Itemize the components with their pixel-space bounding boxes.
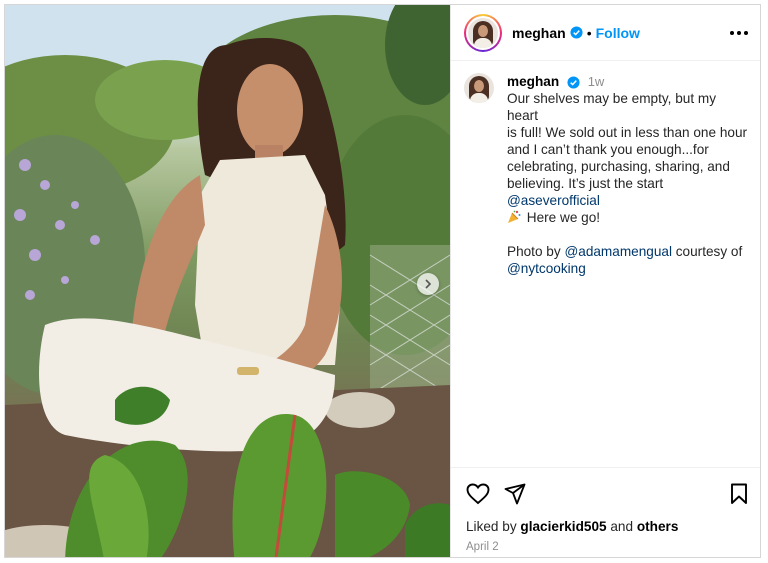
verified-badge-icon: [567, 76, 580, 89]
profile-avatar-story-ring[interactable]: [464, 13, 502, 52]
caption-comment: meghan 1w Our shelves may be empty, but …: [451, 61, 760, 277]
paper-plane-icon[interactable]: [504, 483, 526, 505]
avatar: [468, 17, 498, 48]
verified-badge-icon: [570, 26, 583, 39]
liked-by-prefix: Liked by: [466, 519, 517, 534]
caption-username[interactable]: meghan: [507, 74, 559, 89]
avatar[interactable]: [464, 73, 494, 103]
mention-link[interactable]: @aseverofficial: [507, 193, 600, 208]
party-popper-icon: [508, 210, 521, 223]
liked-by-text: Liked by glacierkid505 and others: [466, 519, 748, 534]
caption-line: celebrating, purchasing, sharing, and: [507, 159, 730, 174]
heart-icon[interactable]: [466, 483, 490, 505]
bookmark-icon[interactable]: [730, 483, 748, 505]
caption-line: Photo by: [507, 244, 561, 259]
caption-line: and I can’t thank you enough...for: [507, 142, 709, 157]
follow-button[interactable]: Follow: [596, 25, 640, 41]
liked-by-user[interactable]: glacierkid505: [520, 519, 606, 534]
caption-line: Here we go!: [526, 210, 601, 225]
header-username[interactable]: meghan: [512, 25, 566, 41]
post-time[interactable]: 1w: [588, 74, 605, 89]
post-date[interactable]: April 2: [466, 541, 748, 553]
instagram-post-modal: meghan • Follow meghan 1w Our shelves ma…: [4, 4, 761, 558]
caption-line: is full! We sold out in less than one ho…: [507, 125, 748, 140]
garden-portrait-image: [5, 5, 450, 557]
mention-link[interactable]: @adamamengual: [564, 244, 672, 259]
post-header: meghan • Follow: [451, 5, 760, 61]
carousel-next-button[interactable]: [417, 273, 439, 295]
liked-by-and: and: [610, 519, 634, 534]
post-photo[interactable]: [5, 5, 450, 557]
caption-line: courtesy of: [675, 244, 743, 259]
more-options-icon[interactable]: [730, 30, 748, 35]
separator-dot: •: [586, 24, 592, 41]
liked-by-others[interactable]: others: [637, 519, 679, 534]
caption-line: Our shelves may be empty, but my heart: [507, 91, 717, 123]
post-side-panel: meghan • Follow meghan 1w Our shelves ma…: [450, 5, 760, 557]
caption-text: meghan 1w Our shelves may be empty, but …: [498, 73, 748, 277]
mention-link[interactable]: @nytcooking: [507, 261, 586, 276]
chevron-right-icon: [425, 279, 432, 289]
caption-line: believing. It’s just the start: [507, 176, 664, 191]
post-actions: Liked by glacierkid505 and others April …: [451, 467, 760, 553]
